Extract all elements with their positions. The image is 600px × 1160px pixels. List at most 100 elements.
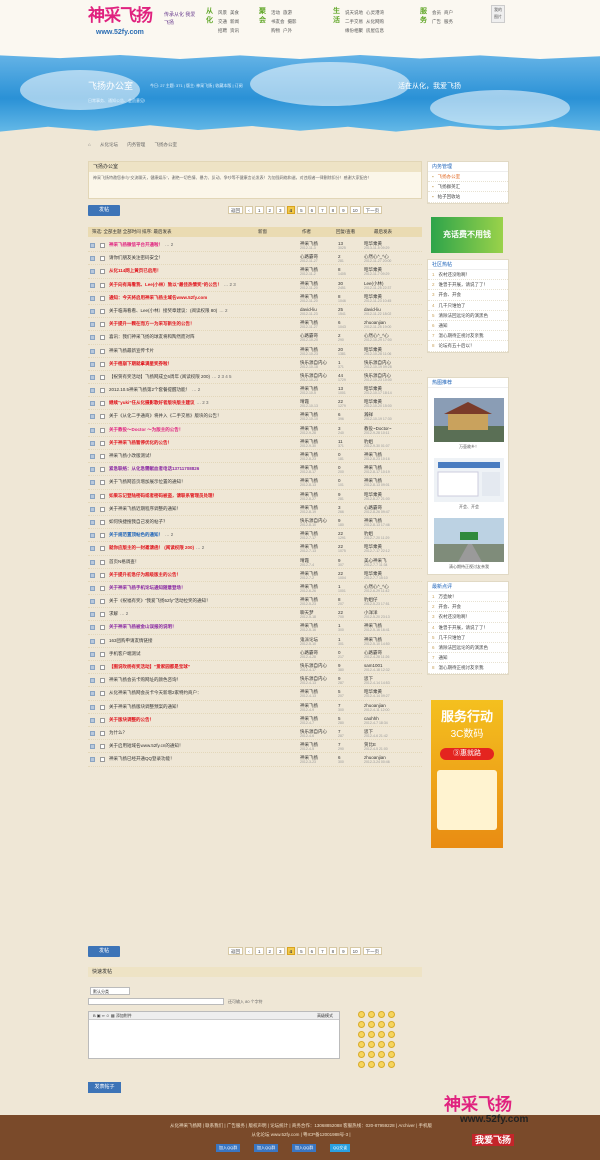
nav-link[interactable]: 缘份相聚 [345,28,363,33]
thread-last-time[interactable]: 2012-9-30 01:07 [364,444,422,449]
thread-checkbox[interactable] [100,401,105,407]
smiley-icon[interactable] [368,1021,375,1028]
post-editor[interactable]: B ▣ ∞ ☺ ▦ 添加附件 高级模式 [88,1011,340,1059]
sidebar-thread-link[interactable]: 5 几千只谁怕了 [428,633,508,643]
thread-checkbox[interactable] [100,348,105,354]
nav-link[interactable]: 广告 [432,19,441,24]
page-number[interactable]: 9 [339,947,348,955]
thread-title-link[interactable]: 神采飞扬会员卡购网址的颜色咨询！ [109,677,181,682]
smiley-icon[interactable] [368,1031,375,1038]
smiley-icon[interactable] [378,1031,385,1038]
thread-title-link[interactable]: 关于教役～Doctor ～为版主的公告！ [109,427,183,432]
thread-checkbox[interactable] [100,243,105,248]
thread-last-time[interactable]: 2012-7-7 15:10 [364,576,422,581]
thread-folder-icon[interactable] [90,519,95,525]
sidebar-ad-recharge[interactable]: 充话费不用钱 [431,217,503,253]
page-number[interactable]: 1 [255,206,264,214]
thread-folder-icon[interactable] [90,559,95,565]
thread-folder-icon[interactable] [90,546,95,552]
thread-folder-icon[interactable] [90,493,95,499]
sidebar-thread-link[interactable]: 8 温心期待正视讨友亲我 [428,663,508,674]
sidebar-thread-link[interactable]: 6 清除法回远论的的演黑色 [428,643,508,654]
thread-checkbox[interactable] [100,295,105,301]
thread-last-time[interactable]: 2012-9-28 10:11 [364,431,422,436]
thread-pages[interactable]: … 2 [165,242,173,247]
nav-link[interactable]: 说天说地 [345,10,363,15]
thread-folder-icon[interactable] [90,665,95,670]
thread-folder-icon[interactable] [90,612,95,618]
thread-folder-icon[interactable] [90,388,95,394]
thread-folder-icon[interactable] [90,585,95,591]
nav-link[interactable]: 摄影 [288,19,297,24]
thread-last-time[interactable]: 2012-10-17 18:14 [364,391,422,396]
smiley-icon[interactable] [388,1061,395,1068]
thread-checkbox[interactable] [100,533,105,539]
thread-folder-icon[interactable] [90,691,95,697]
thread-checkbox[interactable] [100,256,105,262]
thread-folder-icon[interactable] [90,757,95,763]
sidebar-thread-link[interactable]: 6 通知 [428,321,508,332]
thread-checkbox[interactable] [100,414,105,420]
thread-last-time[interactable]: 2012-4-18 12:32 [364,668,422,673]
thread-title-link[interactable]: 神采飞扬最新宣传卡片 [109,348,154,353]
thread-folder-icon[interactable] [90,533,95,539]
thread-title-link[interactable]: 就你应版主的一封邀请函！ (阅读权限 200) [109,545,194,550]
nav-link[interactable]: 二手交易 [345,19,363,24]
thread-checkbox[interactable] [100,467,105,473]
smiley-icon[interactable] [358,1051,365,1058]
thread-checkbox[interactable] [100,744,105,750]
thread-checkbox[interactable] [100,625,105,631]
nav-category[interactable]: 聚会 [259,7,268,25]
smiley-icon[interactable] [378,1021,385,1028]
thread-last-time[interactable]: 2012-4-14 14:53 [364,681,422,686]
thread-last-time[interactable]: 2012-11-25 22:37 [364,286,422,291]
sidebar-thread-link[interactable]: 5 清除法回远论的的演黑色 [428,311,508,321]
nav-link[interactable]: 户外 [283,28,292,33]
thread-folder-icon[interactable] [90,414,95,420]
smiley-icon[interactable] [358,1061,365,1068]
thread-checkbox[interactable] [100,308,105,314]
thread-folder-icon[interactable] [90,572,95,578]
picture-thumb[interactable] [434,398,504,442]
thread-folder-icon[interactable] [90,269,95,275]
nav-link[interactable]: 旅游 [283,10,292,15]
thread-folder-icon[interactable] [90,335,95,341]
thread-last-time[interactable]: 2012-11-27 20:00 [364,259,422,264]
thread-folder-icon[interactable] [90,744,95,750]
thread-last-time[interactable]: 2012-8-13 17:46 [364,523,422,528]
page-number[interactable]: 8 [328,206,338,214]
bold-icon[interactable]: B [93,1013,96,1018]
thread-folder-icon[interactable] [90,256,95,262]
thread-folder-icon[interactable] [90,651,95,657]
thread-last-time[interactable]: 2012-4-28 11:26 [364,655,422,660]
next-page-button[interactable]: 下一页 [362,206,383,214]
nav-link[interactable]: 招聘 [218,28,227,33]
thread-last-time[interactable]: 2012-8-27 21:00 [364,497,422,502]
thread-last-time[interactable]: 2012-11-25 19:00 [364,325,422,330]
thread-last-time[interactable]: 2012-5-23 17:51 [364,602,422,607]
breadcrumb-item[interactable]: 飞扬办公室 [155,142,178,147]
smiley-icon[interactable] [358,1041,365,1048]
thread-checkbox[interactable] [100,388,105,394]
thread-folder-icon[interactable] [90,454,95,459]
nav-link[interactable]: 交通 [218,19,227,24]
thread-last-time[interactable]: 2012-7-7 11:34 [364,563,422,568]
thread-pages[interactable]: … 2 [219,308,227,313]
thread-pages[interactable]: … 2 3 [224,282,236,287]
thread-checkbox[interactable] [100,572,105,578]
prev-page-button[interactable]: ‹ [245,206,253,214]
thread-checkbox[interactable] [100,269,105,275]
thread-checkbox[interactable] [100,651,105,657]
thread-folder-icon[interactable] [90,730,95,736]
thread-title-link[interactable]: 关于神采飞扬近期程序调整的通知！ [109,506,181,511]
sidebar-thread-link[interactable]: 2 开会、开会 [428,602,508,613]
nav-link[interactable]: 心灵港湾 [366,10,384,15]
nav-link[interactable]: 活动 [271,10,280,15]
nav-link[interactable]: 风景 [218,10,227,15]
thread-last-time[interactable]: 2012-8-26 09:47 [364,510,422,515]
attach-label[interactable]: 添加附件 [116,1013,132,1018]
page-number[interactable]: 5 [297,947,306,955]
thread-folder-icon[interactable] [90,374,95,380]
thread-checkbox[interactable] [100,717,105,723]
thread-checkbox[interactable] [100,704,105,710]
